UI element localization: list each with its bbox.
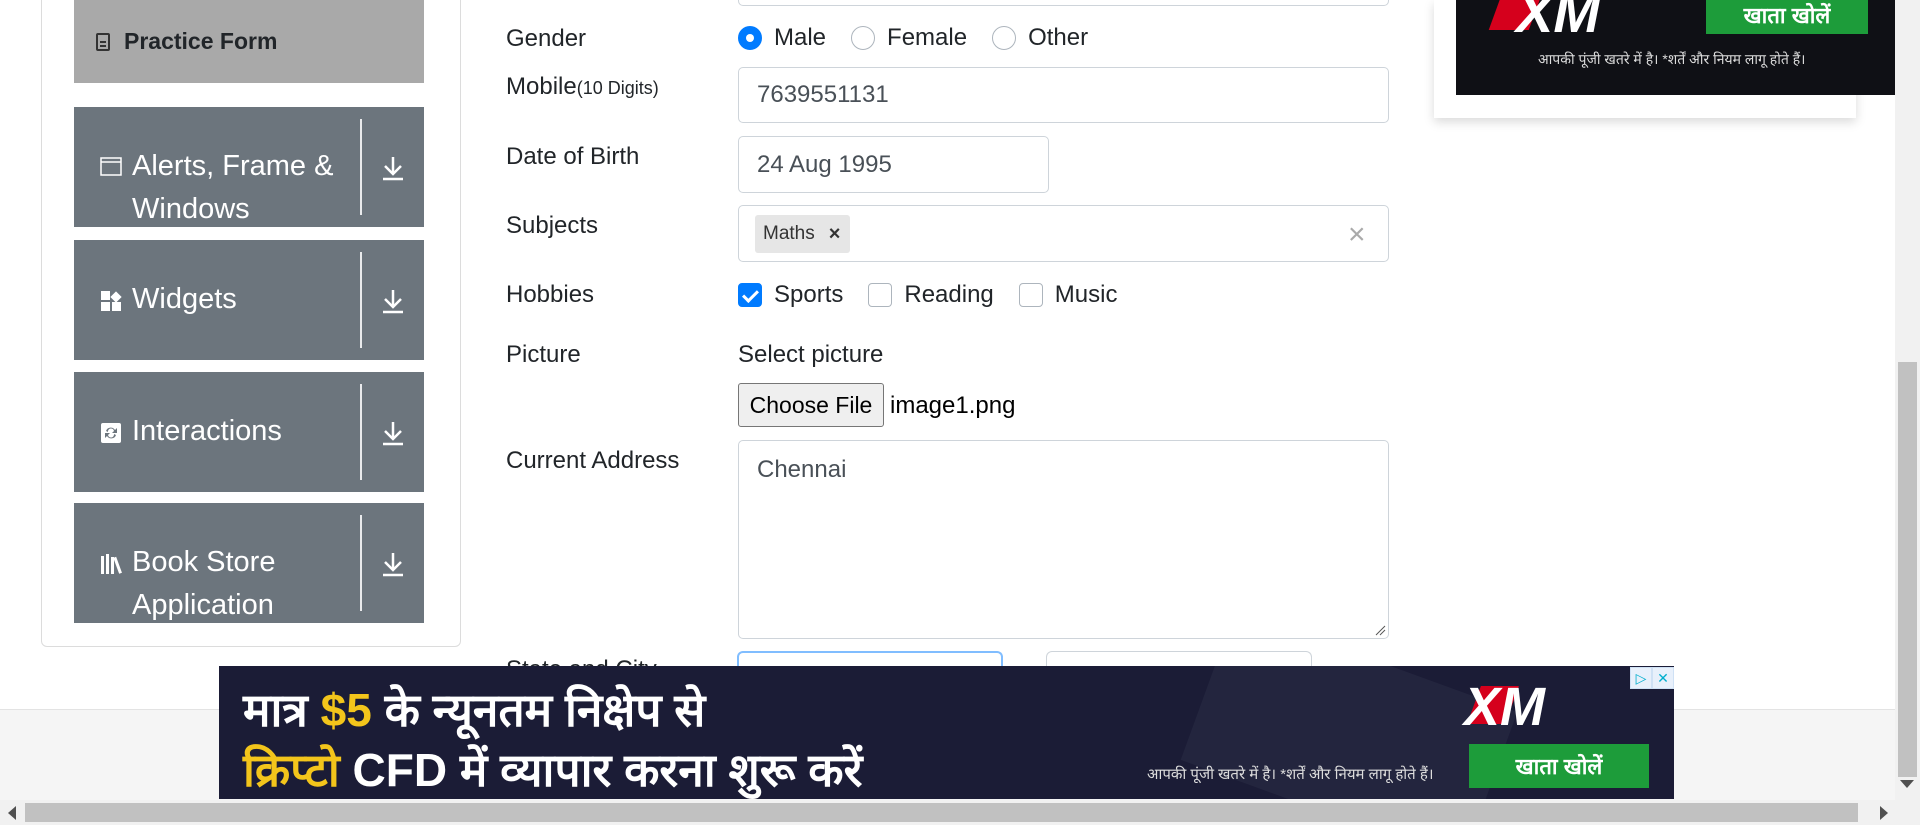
- download-icon[interactable]: [380, 153, 406, 183]
- sidebar-group-interactions[interactable]: Interactions: [74, 372, 424, 492]
- hobby-music-checkbox[interactable]: [1018, 283, 1043, 307]
- scroll-right-arrow-icon[interactable]: [1880, 806, 1888, 820]
- form-icon: [96, 32, 110, 51]
- hobby-reading-checkbox[interactable]: [868, 283, 893, 307]
- ad-choices[interactable]: ▷ ✕: [1630, 667, 1674, 689]
- mobile-hint: (10 Digits): [576, 78, 659, 98]
- gender-female-radio[interactable]: [851, 26, 876, 50]
- divider: [360, 252, 362, 348]
- ad-headline-rest: के न्यूनतम निक्षेप से: [384, 684, 706, 736]
- address-value: Chennai: [757, 456, 847, 483]
- widgets-icon: [101, 291, 122, 311]
- select-picture-text: Select picture: [738, 341, 884, 368]
- download-icon[interactable]: [380, 418, 406, 448]
- resize-handle-icon[interactable]: [1374, 624, 1386, 636]
- divider: [360, 384, 362, 480]
- books-icon: [101, 554, 122, 574]
- horizontal-scroll-thumb[interactable]: [25, 803, 1858, 822]
- sidebar-group-widgets[interactable]: Widgets: [74, 240, 424, 360]
- ad-close-icon[interactable]: ✕: [1652, 667, 1674, 689]
- sidebar-group-book-store[interactable]: Book Store Application: [74, 503, 424, 623]
- ad-info-icon[interactable]: ▷: [1630, 667, 1652, 689]
- subjects-label: Subjects: [506, 212, 599, 239]
- mobile-input[interactable]: 7639551131: [738, 67, 1389, 123]
- ad-brand: XM: [1464, 677, 1545, 737]
- download-icon[interactable]: [380, 549, 406, 579]
- choose-file-button[interactable]: Choose File: [738, 383, 884, 427]
- divider: [360, 515, 362, 611]
- sidebar-item-label: Practice Form: [124, 28, 278, 54]
- current-address-textarea[interactable]: Chennai: [738, 440, 1389, 639]
- hobbies-label: Hobbies: [506, 281, 595, 308]
- ad-headline-prefix: मात्र: [243, 684, 308, 736]
- download-icon[interactable]: [380, 286, 406, 316]
- ad-headline-highlight: क्रिप्टो: [243, 744, 340, 796]
- ad-headline-2: क्रिप्टो CFD में व्यापार करना शुरू करें: [243, 738, 862, 799]
- divider: [360, 119, 362, 215]
- current-address-label: Current Address: [506, 447, 680, 474]
- ad-disclaimer: आपकी पूंजी खतरे में है। *शर्तें और नियम …: [1538, 51, 1806, 67]
- dob-input[interactable]: 24 Aug 1995: [738, 136, 1049, 193]
- hobby-label[interactable]: Music: [1055, 281, 1118, 309]
- vertical-scroll-thumb[interactable]: [1898, 362, 1917, 777]
- mobile-label-text: Mobile: [506, 73, 577, 100]
- ad-brand: XM: [1516, 0, 1600, 44]
- ad-headline-1: मात्र $5 के न्यूनतम निक्षेप से: [243, 678, 705, 740]
- email-input[interactable]: [738, 0, 1389, 6]
- dob-value: 24 Aug 1995: [757, 150, 892, 178]
- gender-option-label[interactable]: Other: [1028, 24, 1088, 52]
- subject-chip: Maths ×: [755, 215, 851, 253]
- gender-option-label[interactable]: Male: [774, 24, 826, 52]
- sidebar-group-label: Alerts, Frame & Windows: [132, 150, 334, 225]
- interactions-icon: [101, 423, 121, 443]
- ad-banner[interactable]: मात्र $5 के न्यूनतम निक्षेप से क्रिप्टो …: [219, 666, 1674, 799]
- gender-radio-group: Male Female Other: [738, 24, 1113, 52]
- subject-chip-label: Maths: [763, 223, 815, 244]
- window-icon: [100, 157, 122, 176]
- hobby-label[interactable]: Reading: [904, 281, 993, 309]
- mobile-label: Mobile(10 Digits): [506, 73, 659, 101]
- hobby-sports-checkbox[interactable]: [738, 283, 762, 307]
- scroll-down-arrow-icon[interactable]: [1900, 780, 1914, 788]
- sidebar-item-practice-form[interactable]: Practice Form: [74, 0, 424, 83]
- picture-label: Picture: [506, 341, 581, 368]
- file-name: image1.png: [890, 392, 1016, 419]
- dob-label: Date of Birth: [506, 143, 640, 170]
- sidebar-group-label: Book Store Application: [132, 546, 276, 621]
- ad-open-account-button[interactable]: खाता खोलें: [1469, 744, 1649, 788]
- ad-headline-rest: CFD में व्यापार करना शुरू करें: [352, 744, 863, 796]
- ad-top[interactable]: XM खाता खोलें आपकी पूंजी खतरे में है। *श…: [1456, 0, 1895, 95]
- hobby-label[interactable]: Sports: [774, 281, 843, 309]
- gender-label: Gender: [506, 25, 587, 52]
- gender-option-label[interactable]: Female: [887, 24, 967, 52]
- ad-headline-amount: $5: [320, 684, 372, 736]
- ad-disclaimer: आपकी पूंजी खतरे में है। *शर्तें और नियम …: [1147, 766, 1434, 783]
- scroll-left-arrow-icon[interactable]: [8, 806, 16, 820]
- gender-other-radio[interactable]: [992, 26, 1017, 50]
- sidebar-group-label: Widgets: [132, 283, 237, 315]
- sidebar-group-label: Interactions: [132, 415, 282, 447]
- chip-remove-icon[interactable]: ×: [825, 223, 851, 246]
- ad-open-account-button[interactable]: खाता खोलें: [1706, 0, 1868, 34]
- page: Practice Form Alerts, Frame & Windows Wi…: [0, 0, 1920, 825]
- clear-icon[interactable]: ×: [1348, 218, 1366, 252]
- gender-male-radio[interactable]: [738, 26, 762, 50]
- mobile-value: 7639551131: [757, 81, 889, 108]
- sidebar-group-alerts[interactable]: Alerts, Frame & Windows: [74, 107, 424, 227]
- hobbies-checkbox-group: Sports Reading Music: [738, 281, 1142, 309]
